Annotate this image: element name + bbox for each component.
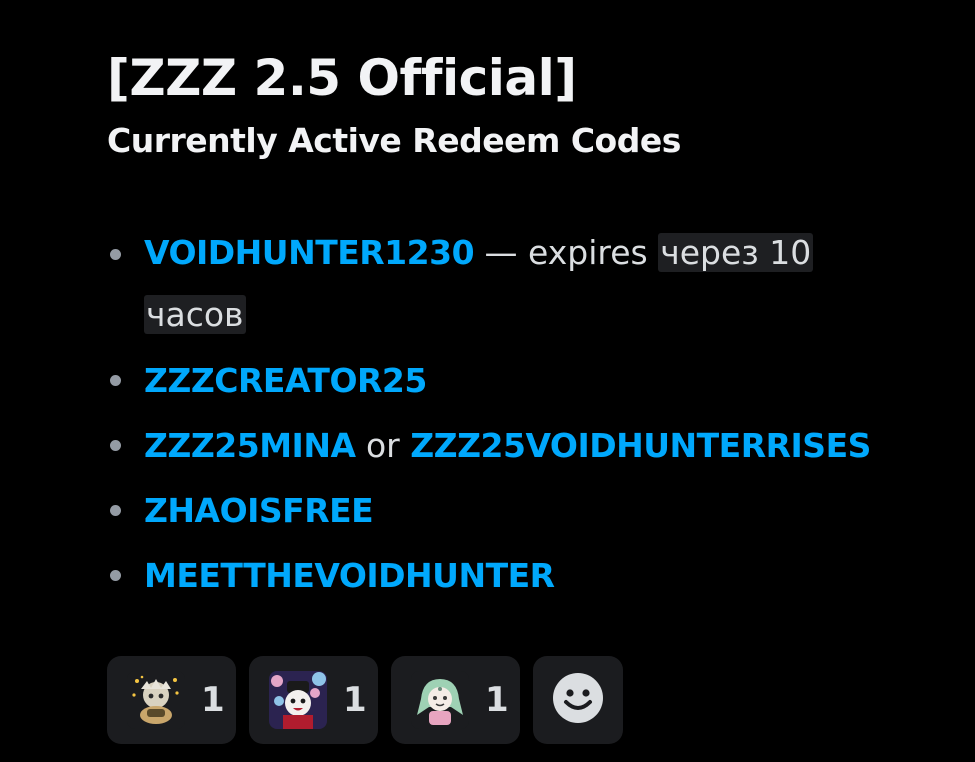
- reaction-button[interactable]: 1: [391, 656, 520, 744]
- message-subtitle: Currently Active Redeem Codes: [107, 121, 681, 160]
- reaction-button[interactable]: 1: [249, 656, 378, 744]
- redeem-code-link[interactable]: ZHAOISFREE: [144, 491, 374, 530]
- message-content: [ZZZ 2.5 Official] Currently Active Rede…: [107, 40, 957, 608]
- message-title: [ZZZ 2.5 Official]: [107, 49, 577, 107]
- add-reaction-button[interactable]: [533, 656, 623, 744]
- list-item: VOIDHUNTER1230 — expires через 10 часов: [107, 222, 904, 346]
- list-item: MEETTHEVOIDHUNTER: [107, 543, 957, 608]
- custom-emoji-sakura-character-icon: [269, 671, 327, 729]
- list-item: ZZZ25MINA or ZZZ25VOIDHUNTERRISES: [107, 413, 957, 478]
- custom-emoji-sparkles-character-icon: [127, 671, 185, 729]
- reaction-count: 1: [201, 680, 225, 720]
- list-item: ZZZCREATOR25: [107, 348, 957, 413]
- redeem-code-list: VOIDHUNTER1230 — expires через 10 часов …: [107, 222, 957, 608]
- add-reaction-smiley-icon: [552, 672, 604, 728]
- reaction-bar: 1 1 1: [107, 656, 623, 744]
- reaction-count: 1: [343, 680, 367, 720]
- bullet-icon: [110, 249, 121, 260]
- separator: —: [474, 233, 529, 272]
- custom-emoji-green-hair-character-icon: [411, 671, 469, 729]
- bullet-icon: [110, 375, 121, 386]
- bullet-icon: [110, 570, 121, 581]
- redeem-code-link[interactable]: ZZZ25MINA: [144, 426, 356, 465]
- redeem-code-link[interactable]: VOIDHUNTER1230: [144, 233, 475, 272]
- reaction-button[interactable]: 1: [107, 656, 236, 744]
- reaction-count: 1: [485, 680, 509, 720]
- expires-label: expires: [528, 233, 659, 272]
- redeem-code-link-alt[interactable]: ZZZ25VOIDHUNTERRISES: [410, 426, 871, 465]
- redeem-code-link[interactable]: ZZZCREATOR25: [144, 361, 427, 400]
- or-label: or: [355, 426, 411, 465]
- bullet-icon: [110, 505, 121, 516]
- redeem-code-link[interactable]: MEETTHEVOIDHUNTER: [144, 556, 555, 595]
- list-item: ZHAOISFREE: [107, 478, 957, 543]
- bullet-icon: [110, 440, 121, 451]
